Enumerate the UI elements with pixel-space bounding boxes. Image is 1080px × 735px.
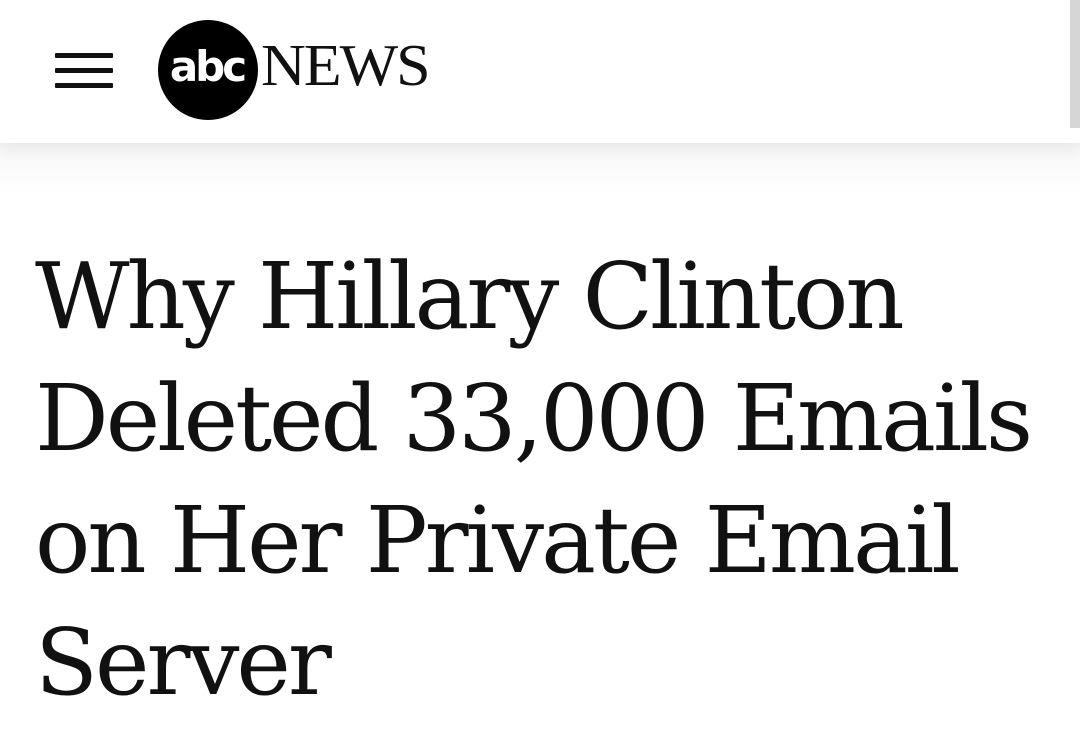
- abc-news-logo[interactable]: abc NEWS: [158, 20, 431, 120]
- hamburger-menu-icon[interactable]: [55, 51, 113, 91]
- scrollbar-edge: [1070, 0, 1080, 128]
- header-shadow: [0, 143, 1080, 193]
- menu-bar-middle: [55, 68, 113, 73]
- abc-logo-circle: abc: [158, 20, 258, 120]
- site-header: abc NEWS: [0, 0, 1080, 143]
- abc-logo-text: abc: [169, 42, 247, 91]
- article-headline: Why Hillary Clinton Deleted 33,000 Email…: [35, 243, 1033, 716]
- menu-bar-top: [55, 53, 113, 58]
- news-logo-text: NEWS: [261, 33, 431, 99]
- menu-bar-bottom: [55, 83, 113, 88]
